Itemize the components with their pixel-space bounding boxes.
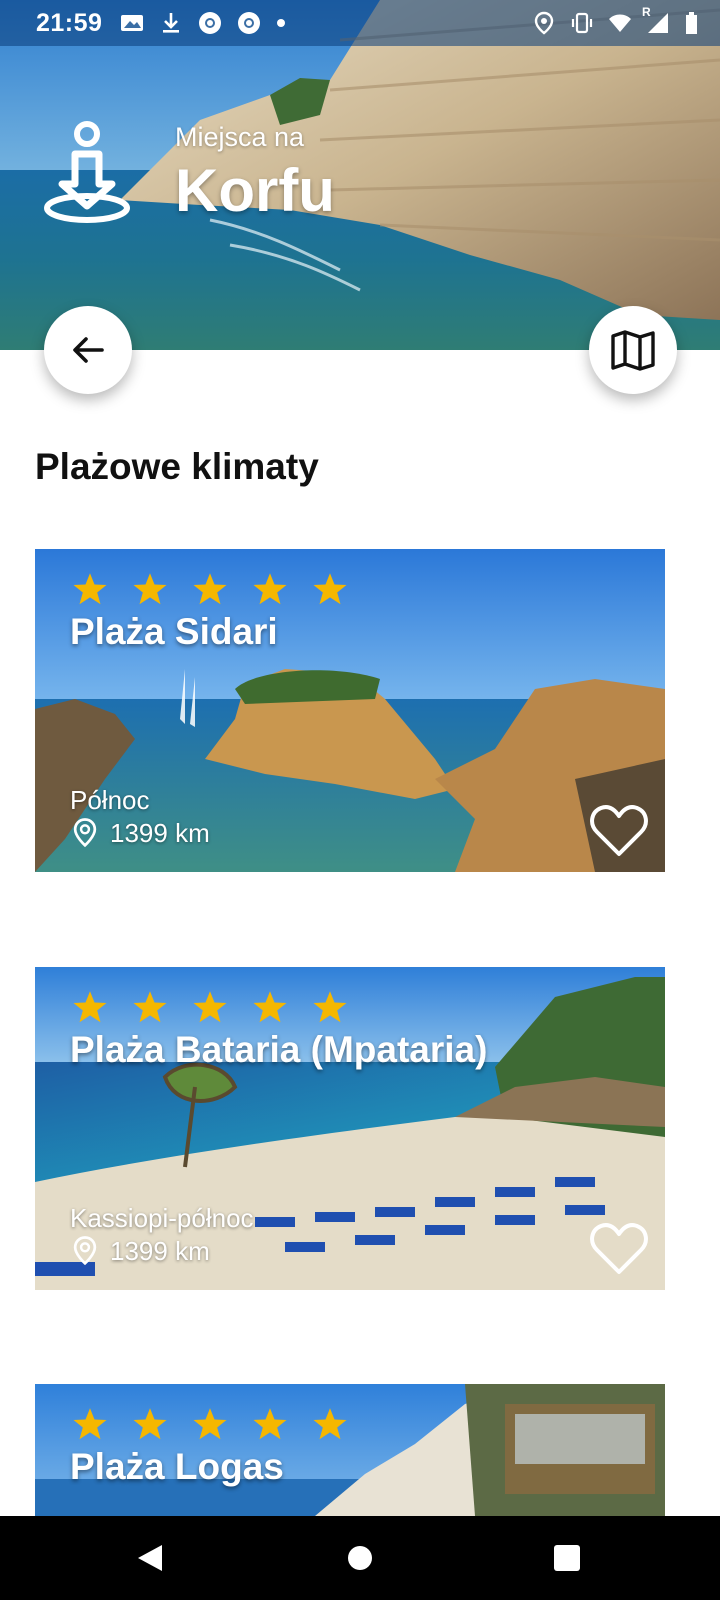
place-region: Północ — [70, 785, 150, 815]
download-icon — [163, 13, 180, 33]
rating-stars — [72, 989, 348, 1025]
home-circle-icon — [348, 1546, 372, 1570]
favorite-heart-icon[interactable] — [589, 1222, 649, 1276]
star-icon — [253, 991, 287, 1023]
header-hero: Miejsca na Korfu — [0, 0, 720, 350]
rating-stars — [72, 1406, 348, 1442]
rating-stars — [72, 571, 348, 607]
back-triangle-icon — [138, 1545, 162, 1571]
location-pin-icon — [73, 1236, 97, 1266]
star-icon — [253, 1408, 287, 1440]
map-button[interactable] — [589, 306, 677, 394]
place-title: Plaża Sidari — [70, 611, 278, 652]
star-icon — [73, 573, 107, 605]
star-icon — [193, 991, 227, 1023]
place-title: Plaża Logas — [70, 1446, 284, 1487]
header-title: Korfu — [175, 157, 335, 224]
chrome-icon — [199, 12, 222, 34]
star-icon — [253, 573, 287, 605]
star-icon — [313, 573, 347, 605]
chrome-icon — [238, 12, 261, 34]
network-badge: R — [642, 5, 651, 19]
star-icon — [73, 991, 107, 1023]
place-region: Kassiopi-północ — [70, 1203, 254, 1233]
favorite-heart-icon[interactable] — [589, 804, 649, 858]
star-icon — [193, 1408, 227, 1440]
star-icon — [133, 991, 167, 1023]
star-icon — [133, 573, 167, 605]
nav-back-button[interactable] — [90, 1516, 210, 1600]
map-icon — [611, 330, 655, 371]
person-pin-icon — [44, 121, 130, 223]
back-button[interactable] — [44, 306, 132, 394]
star-icon — [73, 1408, 107, 1440]
battery-icon — [686, 12, 697, 34]
location-icon — [534, 11, 554, 35]
recents-square-icon — [554, 1545, 580, 1571]
location-pin-icon — [73, 818, 97, 848]
place-card-logas[interactable]: Plaża Logas — [35, 1384, 665, 1516]
system-nav-bar — [0, 1516, 720, 1600]
section-title: Plażowe klimaty — [35, 446, 319, 487]
wifi-icon — [609, 14, 631, 32]
place-distance-row: 1399 km — [70, 817, 210, 849]
place-card-bataria[interactable]: Plaża Bataria (Mpataria) Kassiopi-północ… — [35, 967, 665, 1290]
place-distance: 1399 km — [110, 1235, 210, 1266]
arrow-left-icon — [73, 337, 104, 363]
star-icon — [133, 1408, 167, 1440]
dot-icon — [277, 19, 286, 27]
header-subtitle: Miejsca na — [175, 122, 305, 152]
place-distance-row: 1399 km — [70, 1235, 210, 1267]
place-distance: 1399 km — [110, 817, 210, 848]
status-time: 21:59 — [36, 8, 103, 37]
nav-home-button[interactable] — [300, 1516, 420, 1600]
place-card-sidari[interactable]: Plaża Sidari Północ 1399 km — [35, 549, 665, 872]
star-icon — [313, 1408, 347, 1440]
nav-recents-button[interactable] — [507, 1516, 627, 1600]
place-title: Plaża Bataria (Mpataria) — [70, 1029, 488, 1070]
status-bar: 21:59 R — [0, 0, 720, 46]
vibrate-icon — [571, 12, 593, 34]
star-icon — [313, 991, 347, 1023]
gallery-icon — [121, 15, 144, 31]
star-icon — [193, 573, 227, 605]
